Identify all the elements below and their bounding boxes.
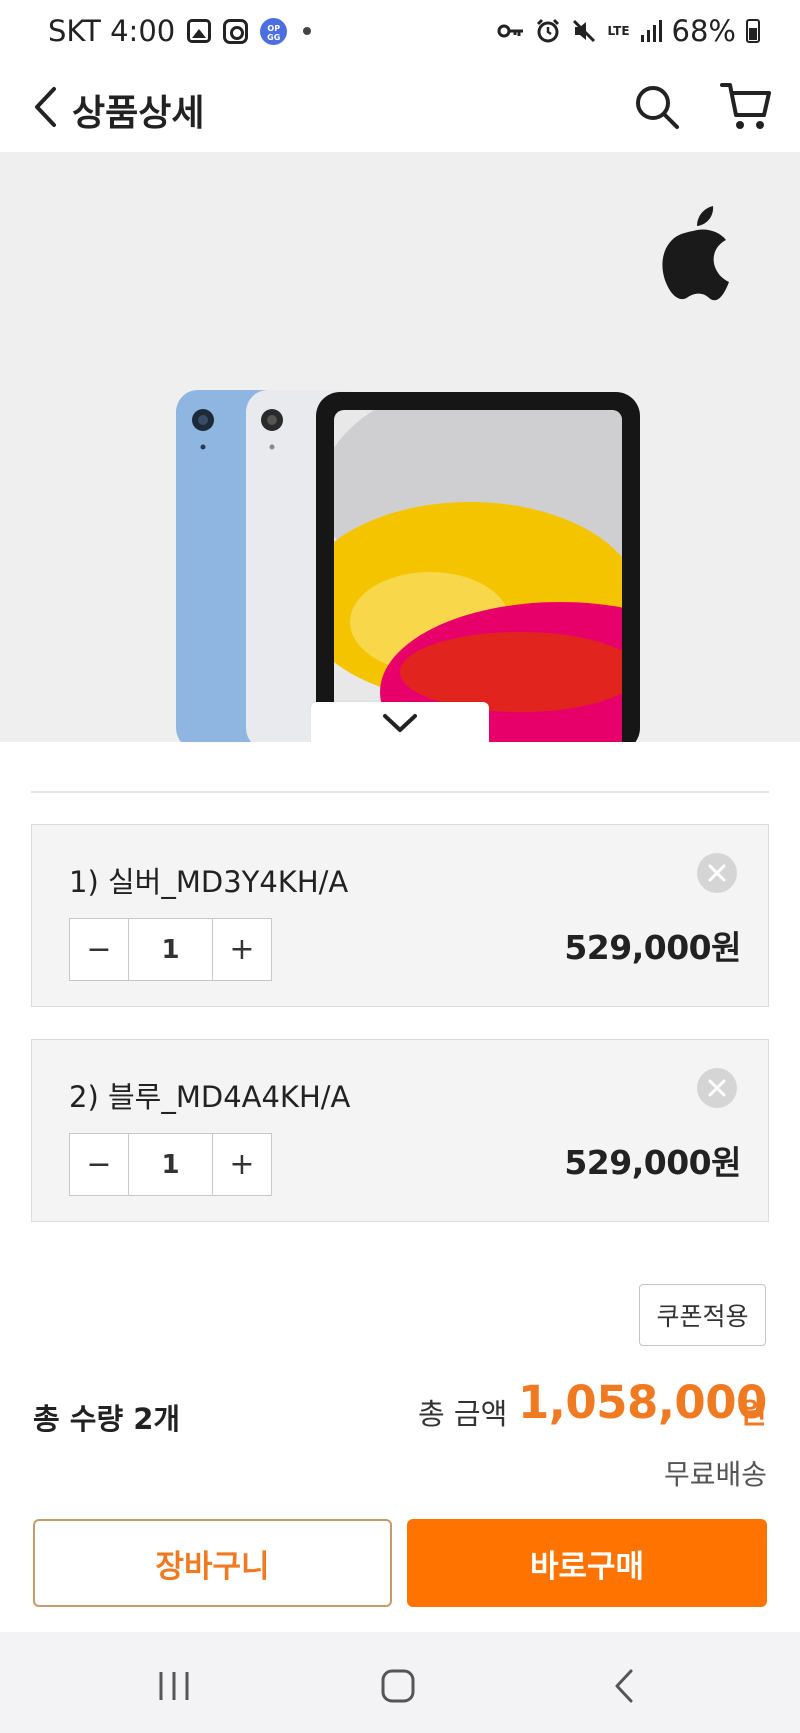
- buy-now-button[interactable]: 바로구매: [407, 1519, 767, 1607]
- quantity-stepper: − 1 +: [69, 1133, 272, 1196]
- search-icon: [636, 86, 679, 129]
- option-name: 2) 블루_MD4A4KH/A: [69, 1080, 351, 1114]
- apple-logo-icon: [662, 206, 729, 301]
- close-icon: [708, 1079, 726, 1097]
- decrease-quantity-button[interactable]: −: [70, 919, 128, 980]
- product-detail-screen: SKT 4:00 OP GG LTE 68% 상품상세 1) 실버_MD3Y4K…: [0, 0, 800, 1733]
- status-bar: SKT 4:00 OP GG LTE 68%: [0, 0, 800, 62]
- notification-dot-icon: [303, 27, 312, 35]
- shipping-info: 무료배송: [663, 1458, 767, 1491]
- increase-quantity-button[interactable]: +: [213, 1134, 271, 1195]
- quantity-value[interactable]: 1: [128, 919, 213, 980]
- total-currency: 원: [740, 1396, 767, 1430]
- recent-apps-button[interactable]: [144, 1656, 204, 1716]
- selected-option-1: 1) 실버_MD3Y4KH/A − 1 + 529,000원: [31, 824, 769, 1007]
- decrease-quantity-button[interactable]: −: [70, 1134, 128, 1195]
- instagram-icon: [223, 18, 249, 44]
- battery-icon: [746, 19, 760, 43]
- gallery-icon: [187, 19, 212, 43]
- total-amount-label: 총 금액: [418, 1397, 508, 1431]
- system-back-button[interactable]: [594, 1656, 654, 1716]
- total-amount: 1,058,000: [518, 1376, 767, 1429]
- status-bar-left: SKT 4:00 OP GG: [48, 14, 312, 48]
- product-image[interactable]: [0, 152, 800, 742]
- home-button[interactable]: [368, 1656, 428, 1716]
- cart-button[interactable]: [716, 76, 776, 136]
- close-icon: [708, 864, 726, 882]
- chevron-down-icon: [383, 714, 417, 732]
- remove-option-button[interactable]: [697, 1068, 737, 1108]
- carrier-time: SKT 4:00: [48, 14, 176, 48]
- apply-coupon-button[interactable]: 쿠폰적용: [639, 1284, 766, 1346]
- status-bar-right: LTE 68%: [497, 14, 760, 48]
- system-nav-bar: [0, 1632, 800, 1733]
- add-to-cart-button[interactable]: 장바구니: [33, 1519, 392, 1607]
- selected-option-2: 2) 블루_MD4A4KH/A − 1 + 529,000원: [31, 1039, 769, 1222]
- option-price: 529,000원: [564, 928, 741, 967]
- back-button[interactable]: [20, 82, 70, 132]
- key-icon: [497, 24, 524, 38]
- quantity-value[interactable]: 1: [128, 1134, 213, 1195]
- recent-apps-icon: [159, 1672, 189, 1700]
- chevron-left-icon: [35, 87, 56, 127]
- option-price: 529,000원: [564, 1143, 741, 1182]
- lte-indicator: LTE: [607, 23, 630, 38]
- total-quantity: 총 수량 2개: [33, 1402, 181, 1436]
- battery-percent: 68%: [671, 14, 736, 48]
- back-arrow-icon: [615, 1669, 633, 1703]
- search-button[interactable]: [630, 80, 684, 134]
- signal-icon: [640, 20, 662, 42]
- top-header: 상품상세: [0, 62, 800, 152]
- expand-image-button[interactable]: [311, 702, 489, 744]
- section-divider: [31, 791, 769, 793]
- home-icon: [381, 1669, 415, 1703]
- alarm-icon: [537, 18, 560, 43]
- increase-quantity-button[interactable]: +: [213, 919, 271, 980]
- opgg-icon: OP GG: [260, 17, 288, 45]
- page-title: 상품상세: [72, 93, 205, 134]
- quantity-stepper: − 1 +: [69, 918, 272, 981]
- cart-icon: [720, 83, 771, 129]
- product-illustration: [176, 206, 729, 742]
- mute-icon: [573, 19, 596, 43]
- remove-option-button[interactable]: [697, 853, 737, 893]
- option-name: 1) 실버_MD3Y4KH/A: [69, 865, 349, 899]
